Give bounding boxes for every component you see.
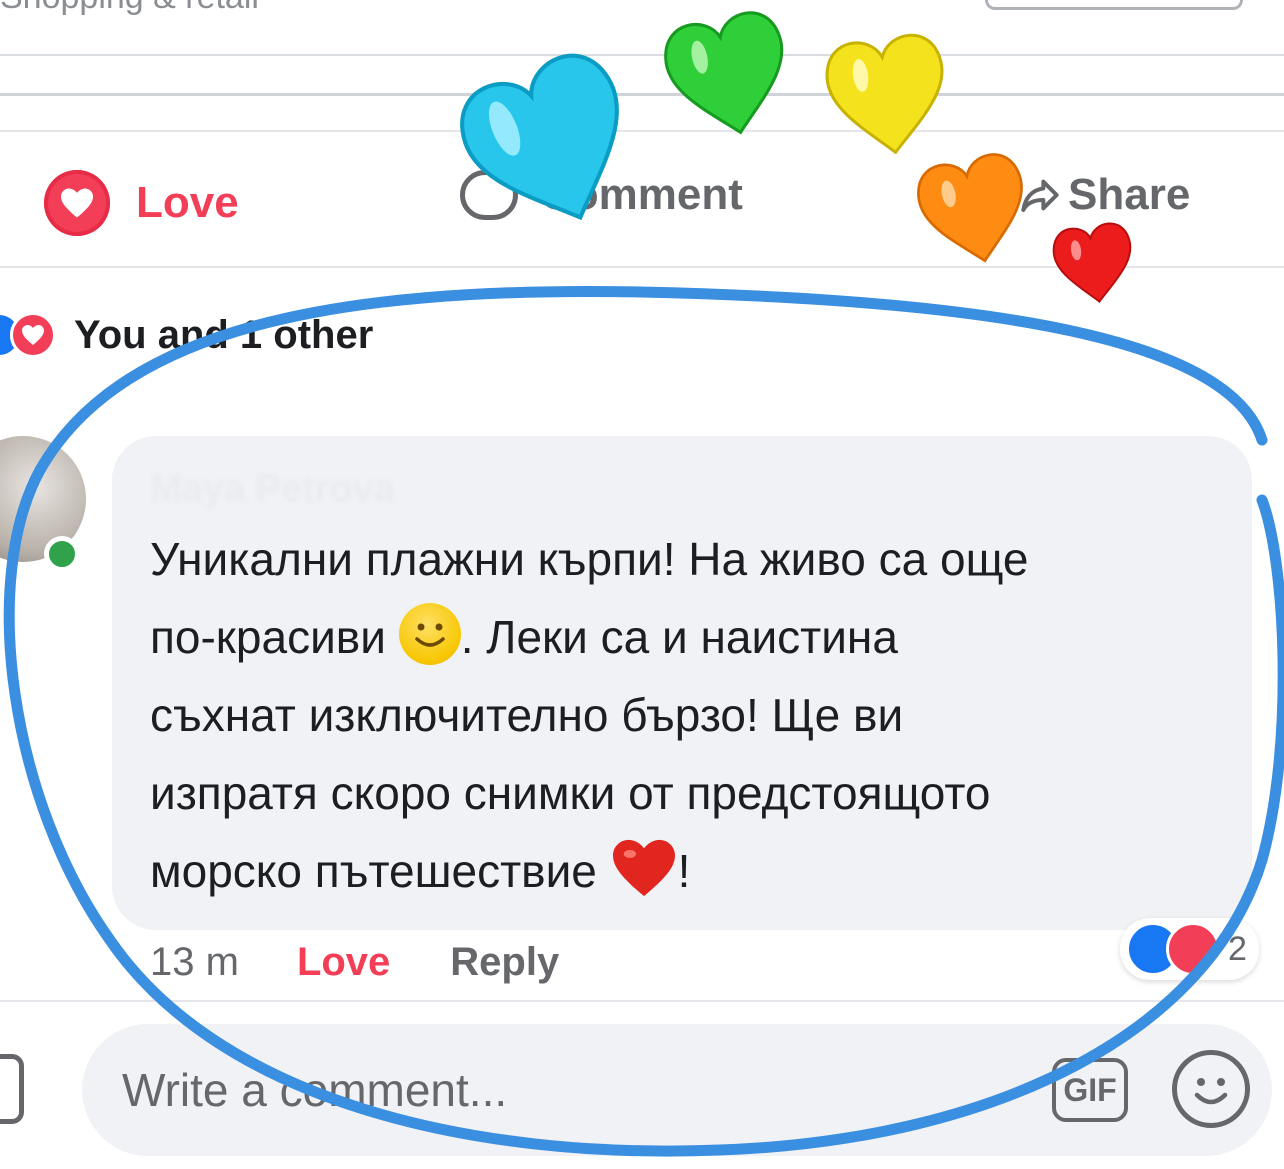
comment-line: Уникални плажни кърпи! На живо са още <box>150 533 1029 585</box>
share-button[interactable]: Share <box>1020 170 1190 220</box>
comment-line: ! <box>677 845 691 897</box>
comment-reply-button[interactable]: Reply <box>450 940 559 985</box>
floating-heart-green <box>657 5 800 147</box>
comment-line: съхнат изключително бързо! Ще ви <box>150 689 904 741</box>
reactions-summary-text: You and 1 other <box>74 312 374 357</box>
comment-meta: 13 m Love Reply <box>150 940 559 985</box>
love-button-label: Love <box>136 178 239 227</box>
smile-emoji-icon <box>398 603 461 665</box>
comment-line-with-emoji: морско пътешествие ! <box>150 832 1250 910</box>
divider <box>0 1000 1284 1002</box>
divider <box>0 93 1284 96</box>
post-action-bar: Love Comment Share <box>0 150 1284 260</box>
comment-composer: GIF <box>82 1024 1272 1156</box>
comment-icon <box>460 170 518 220</box>
comment-line-with-emoji: по-красиви . Леки са и наистина <box>150 598 1250 676</box>
divider <box>0 130 1284 132</box>
comment-love-button[interactable]: Love <box>297 940 390 985</box>
emoji-icon[interactable] <box>1172 1050 1250 1128</box>
reactions-summary[interactable]: You and 1 other <box>0 312 373 358</box>
share-button-label: Share <box>1068 170 1191 219</box>
love-button[interactable]: Love <box>44 170 239 236</box>
page-category: Shopping & retail <box>0 0 259 17</box>
divider <box>0 54 1284 56</box>
comment-text: Уникални плажни кърпи! На живо са още по… <box>150 520 1250 910</box>
love-reaction-icon <box>44 170 110 236</box>
comment-button[interactable]: Comment <box>460 170 743 220</box>
love-reaction-icon <box>10 312 56 358</box>
comment-button-label: Comment <box>540 170 743 219</box>
divider <box>0 266 1284 268</box>
gif-icon[interactable]: GIF <box>1052 1058 1128 1122</box>
comment-input[interactable] <box>122 1054 1022 1126</box>
comment-line: изпратя скоро снимки от предстоящото <box>150 767 991 819</box>
love-reaction-icon <box>1166 922 1220 976</box>
comment-line: . Леки са и наистина <box>460 611 898 663</box>
comment-reactions[interactable]: 2 <box>1120 918 1259 980</box>
camera-icon[interactable] <box>0 1054 24 1124</box>
comment-timestamp: 13 m <box>150 940 239 984</box>
online-status-dot <box>44 536 80 572</box>
comment-author[interactable]: Maya Petrova <box>150 468 395 511</box>
comment-reaction-count: 2 <box>1228 929 1247 968</box>
heart-emoji-icon <box>612 839 675 897</box>
share-icon <box>1021 179 1059 212</box>
comment-line: морско пътешествие <box>150 845 597 897</box>
top-action-button[interactable] <box>985 0 1243 10</box>
comment-line: по-красиви <box>150 611 386 663</box>
